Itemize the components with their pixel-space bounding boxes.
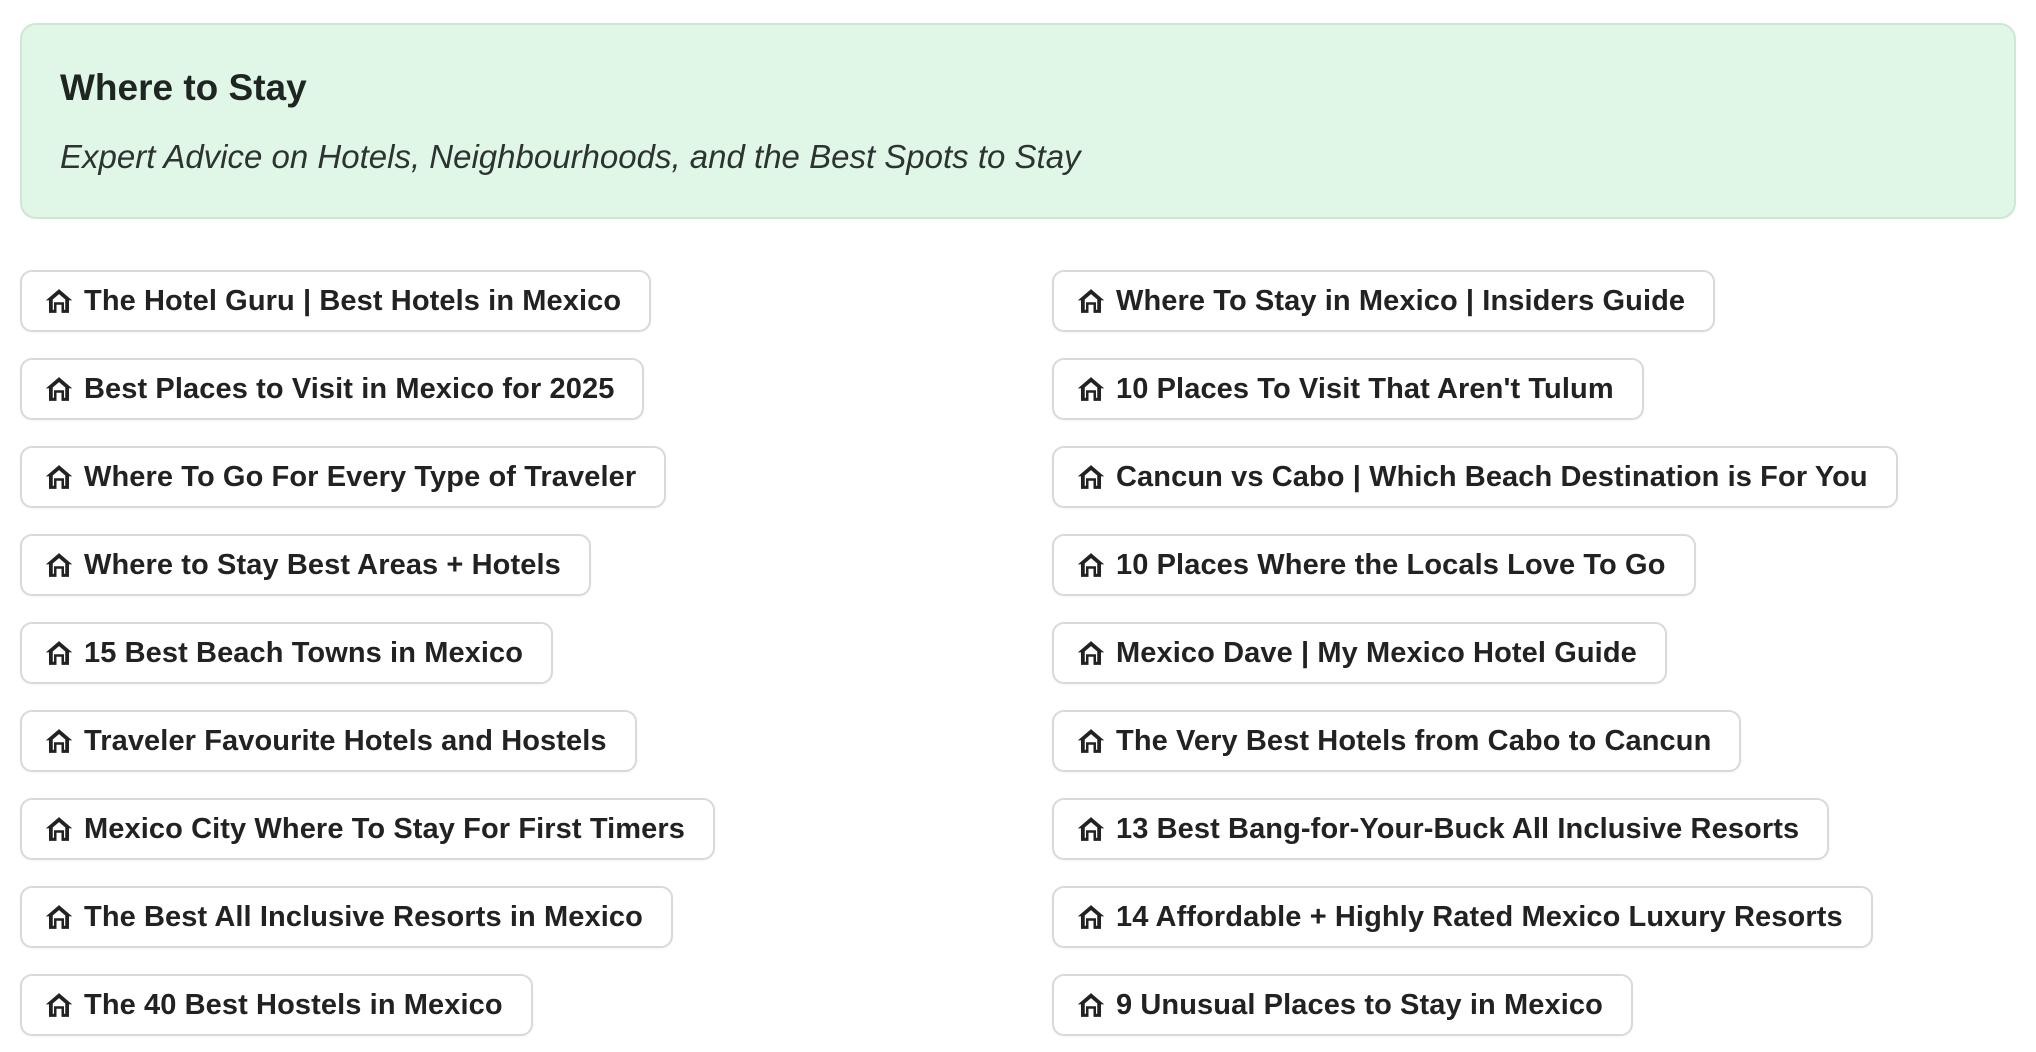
section-title: Where to Stay [60, 67, 307, 108]
home-icon [44, 726, 74, 756]
link-label: Cancun vs Cabo | Which Beach Destination… [1116, 460, 1868, 493]
home-icon [44, 902, 74, 932]
link-best-areas[interactable]: Where to Stay Best Areas + Hotels [20, 534, 591, 596]
link-label: Mexico Dave | My Mexico Hotel Guide [1116, 636, 1637, 669]
home-icon [1076, 638, 1106, 668]
link-label: Where To Go For Every Type of Traveler [84, 460, 637, 493]
link-label: 10 Places Where the Locals Love To Go [1116, 548, 1666, 581]
link-label: 13 Best Bang-for-Your-Buck All Inclusive… [1116, 812, 1800, 845]
link-luxury-resorts[interactable]: 14 Affordable + Highly Rated Mexico Luxu… [1052, 886, 1873, 948]
home-icon [44, 814, 74, 844]
link-locals-love[interactable]: 10 Places Where the Locals Love To Go [1052, 534, 1696, 596]
where-to-stay-header: Where to Stay Expert Advice on Hotels, N… [20, 23, 2016, 219]
link-not-tulum[interactable]: 10 Places To Visit That Aren't Tulum [1052, 358, 1644, 420]
home-icon [1076, 462, 1106, 492]
link-label: The 40 Best Hostels in Mexico [84, 988, 503, 1021]
section-subtitle: Expert Advice on Hotels, Neighbourhoods,… [60, 138, 1081, 175]
link-all-inclusive[interactable]: The Best All Inclusive Resorts in Mexico [20, 886, 673, 948]
home-icon [44, 638, 74, 668]
link-label: The Hotel Guru | Best Hotels in Mexico [84, 284, 622, 317]
link-label: 15 Best Beach Towns in Mexico [84, 636, 524, 669]
home-icon [1076, 286, 1106, 316]
link-where-to-go[interactable]: Where To Go For Every Type of Traveler [20, 446, 667, 508]
link-label: Best Places to Visit in Mexico for 2025 [84, 372, 615, 405]
link-hotel-guru[interactable]: The Hotel Guru | Best Hotels in Mexico [20, 270, 652, 332]
home-icon [1076, 814, 1106, 844]
link-label: The Very Best Hotels from Cabo to Cancun [1116, 724, 1712, 757]
home-icon [1076, 374, 1106, 404]
links-column-right: Where To Stay in Mexico | Insiders Guide… [1052, 270, 1898, 1036]
link-label: Mexico City Where To Stay For First Time… [84, 812, 685, 845]
home-icon [44, 374, 74, 404]
home-icon [44, 550, 74, 580]
link-label: 9 Unusual Places to Stay in Mexico [1116, 988, 1603, 1021]
link-best-hostels[interactable]: The 40 Best Hostels in Mexico [20, 974, 533, 1036]
link-label: Where To Stay in Mexico | Insiders Guide [1116, 284, 1686, 317]
link-cancun-vs-cabo[interactable]: Cancun vs Cabo | Which Beach Destination… [1052, 446, 1898, 508]
link-insiders-guide[interactable]: Where To Stay in Mexico | Insiders Guide [1052, 270, 1716, 332]
links-column-left: The Hotel Guru | Best Hotels in Mexico B… [20, 270, 715, 1036]
home-icon [1076, 726, 1106, 756]
link-unusual-places[interactable]: 9 Unusual Places to Stay in Mexico [1052, 974, 1633, 1036]
home-icon [44, 990, 74, 1020]
link-hotels-hostels[interactable]: Traveler Favourite Hotels and Hostels [20, 710, 637, 772]
link-label: Traveler Favourite Hotels and Hostels [84, 724, 607, 757]
links-grid: The Hotel Guru | Best Hotels in Mexico B… [20, 270, 2016, 1040]
link-label: The Best All Inclusive Resorts in Mexico [84, 900, 643, 933]
link-label: Where to Stay Best Areas + Hotels [84, 548, 561, 581]
link-bang-for-buck[interactable]: 13 Best Bang-for-Your-Buck All Inclusive… [1052, 798, 1830, 860]
link-best-places-2025[interactable]: Best Places to Visit in Mexico for 2025 [20, 358, 645, 420]
home-icon [1076, 550, 1106, 580]
home-icon [44, 462, 74, 492]
link-mexico-dave[interactable]: Mexico Dave | My Mexico Hotel Guide [1052, 622, 1667, 684]
home-icon [1076, 990, 1106, 1020]
link-label: 14 Affordable + Highly Rated Mexico Luxu… [1116, 900, 1843, 933]
link-cabo-to-cancun[interactable]: The Very Best Hotels from Cabo to Cancun [1052, 710, 1742, 772]
home-icon [44, 286, 74, 316]
link-label: 10 Places To Visit That Aren't Tulum [1116, 372, 1614, 405]
home-icon [1076, 902, 1106, 932]
link-mexico-city[interactable]: Mexico City Where To Stay For First Time… [20, 798, 715, 860]
link-beach-towns[interactable]: 15 Best Beach Towns in Mexico [20, 622, 554, 684]
